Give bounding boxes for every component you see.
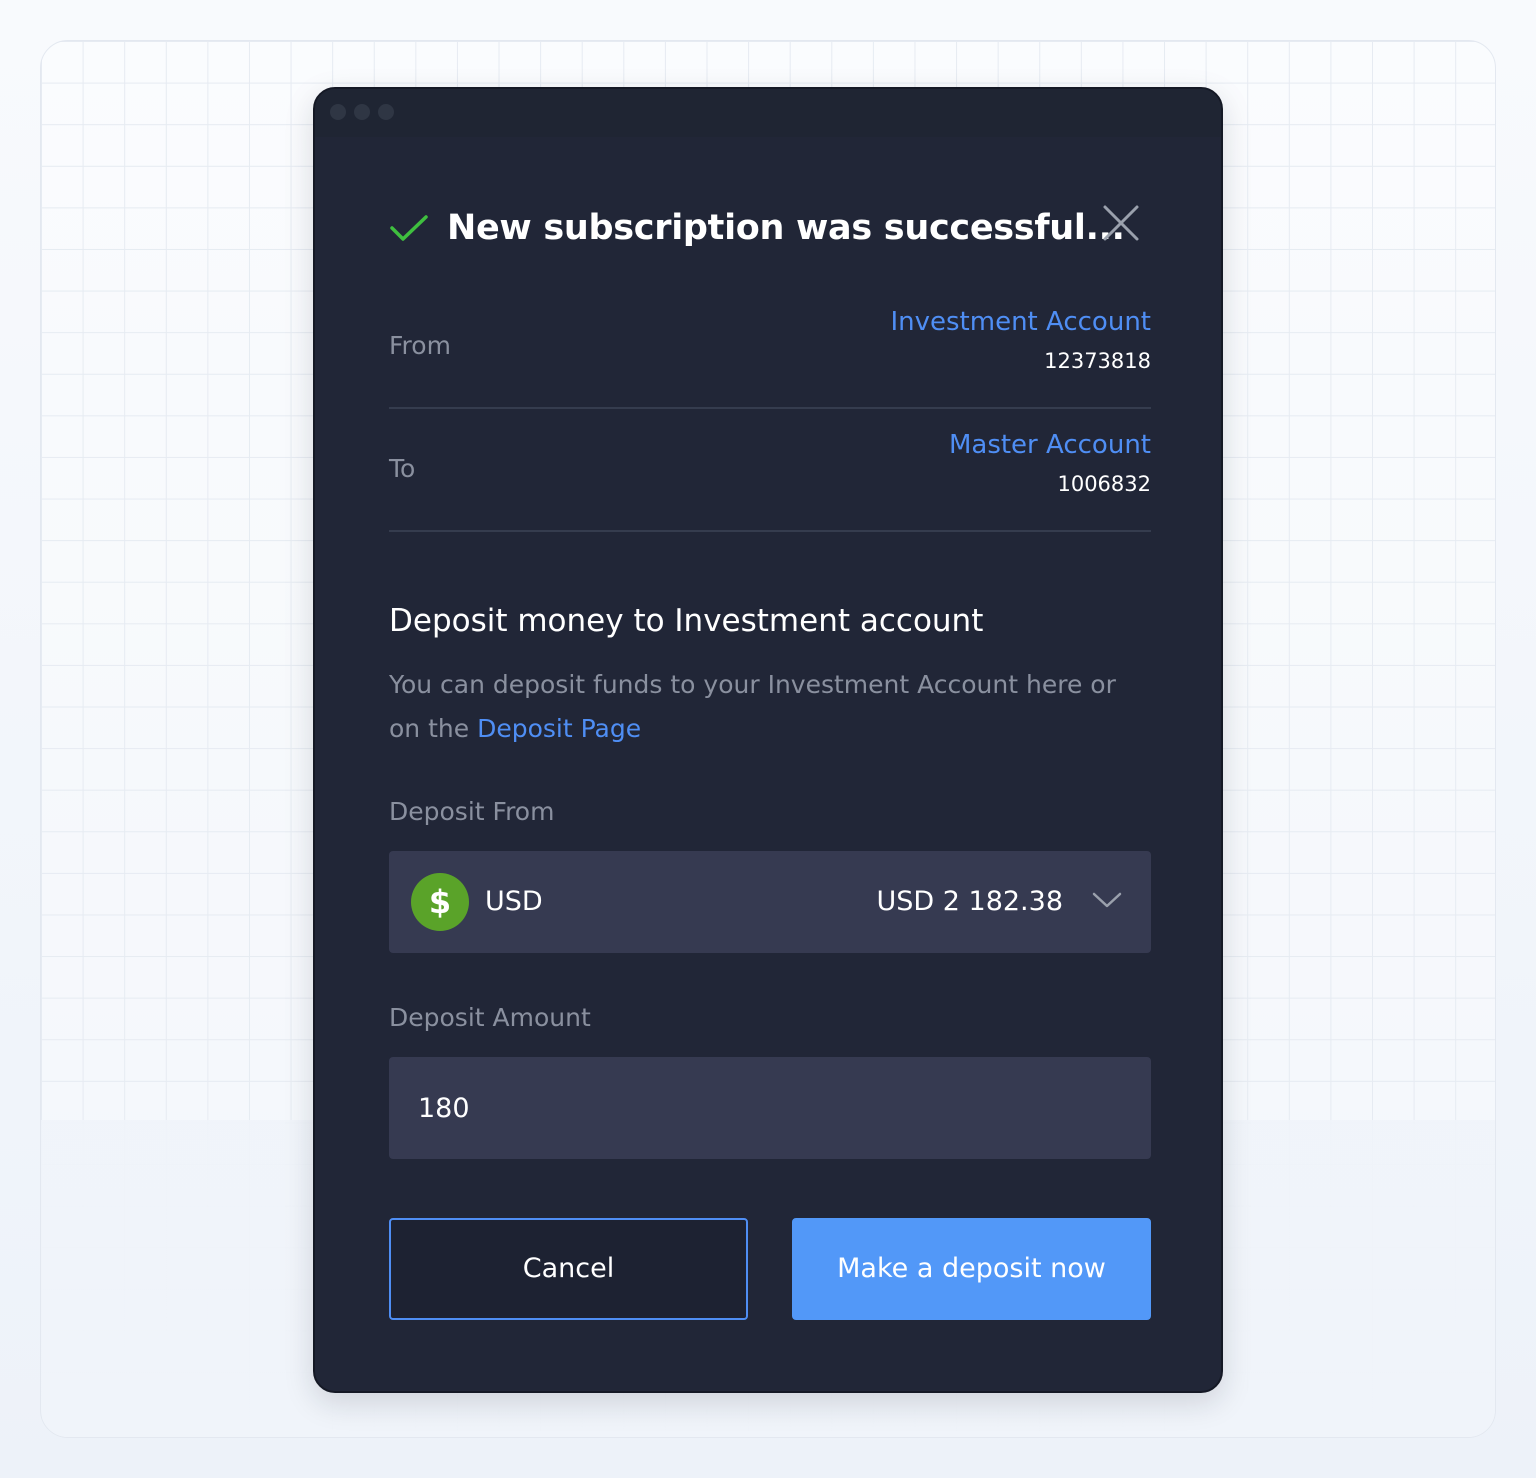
to-account-number: 1006832 bbox=[1057, 472, 1151, 496]
from-account-link[interactable]: Investment Account bbox=[890, 307, 1151, 337]
deposit-from-label: Deposit From bbox=[389, 797, 555, 826]
modal-header: New subscription was successful... bbox=[389, 203, 1151, 253]
close-icon[interactable] bbox=[1101, 203, 1141, 243]
deposit-from-select[interactable]: $ USD USD 2 182.38 bbox=[389, 851, 1151, 953]
check-icon bbox=[390, 215, 428, 241]
currency-name: USD bbox=[485, 886, 543, 917]
window-titlebar bbox=[315, 89, 1221, 137]
to-label: To bbox=[389, 454, 416, 483]
page-background: New subscription was successful... From … bbox=[0, 0, 1536, 1478]
make-deposit-button[interactable]: Make a deposit now bbox=[792, 1218, 1151, 1320]
deposit-amount-input[interactable] bbox=[389, 1057, 1151, 1159]
window-dot-maximize[interactable] bbox=[378, 104, 394, 120]
deposit-page-link[interactable]: Deposit Page bbox=[477, 714, 641, 743]
chevron-down-icon[interactable] bbox=[1091, 889, 1123, 911]
window-dot-close[interactable] bbox=[330, 104, 346, 120]
from-account-number: 12373818 bbox=[1044, 349, 1151, 373]
deposit-section-title: Deposit money to Investment account bbox=[389, 603, 984, 639]
dollar-coin-icon: $ bbox=[411, 873, 469, 931]
to-account-link[interactable]: Master Account bbox=[949, 430, 1151, 460]
window-dot-minimize[interactable] bbox=[354, 104, 370, 120]
deposit-section-description: You can deposit funds to your Investment… bbox=[389, 663, 1151, 751]
currency-balance: USD 2 182.38 bbox=[876, 886, 1063, 917]
deposit-modal-window: New subscription was successful... From … bbox=[313, 87, 1223, 1393]
deposit-amount-label: Deposit Amount bbox=[389, 1003, 591, 1032]
modal-title: New subscription was successful... bbox=[447, 208, 1125, 248]
cancel-button[interactable]: Cancel bbox=[389, 1218, 748, 1320]
to-account-row: To Master Account 1006832 bbox=[389, 410, 1151, 532]
from-account-row: From Investment Account 12373818 bbox=[389, 287, 1151, 409]
from-label: From bbox=[389, 331, 451, 360]
